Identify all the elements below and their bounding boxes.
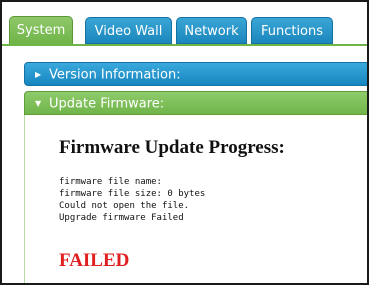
update-firmware-panel: Firmware Update Progress: firmware file … [24, 115, 367, 283]
log-line: Could not open the file. [59, 201, 190, 211]
tab-network[interactable]: Network [176, 17, 247, 44]
log-line: Upgrade firmware Failed [59, 213, 184, 223]
tab-bar: System Video Wall Network Functions [2, 2, 367, 46]
triangle-right-icon: ▶ [35, 70, 42, 79]
tab-system[interactable]: System [9, 16, 73, 45]
version-information-header[interactable]: ▶ Version Information: [24, 62, 367, 86]
firmware-update-title: Firmware Update Progress: [59, 137, 285, 158]
log-line: firmware file size: 0 bytes [59, 189, 206, 199]
tab-functions[interactable]: Functions [251, 17, 333, 44]
update-result-status: FAILED [59, 250, 130, 271]
tab-video-wall[interactable]: Video Wall [85, 17, 172, 44]
log-line: firmware file name: [59, 177, 162, 187]
app-window: System Video Wall Network Functions ▶ Ver… [0, 0, 369, 285]
update-log: firmware file name: firmware file size: 0… [59, 176, 205, 224]
version-information-label: Version Information: [49, 67, 181, 83]
tab-underline [2, 44, 367, 46]
update-firmware-header[interactable]: ▼ Update Firmware: [24, 91, 367, 115]
triangle-down-icon: ▼ [35, 99, 42, 108]
update-firmware-label: Update Firmware: [49, 96, 165, 112]
